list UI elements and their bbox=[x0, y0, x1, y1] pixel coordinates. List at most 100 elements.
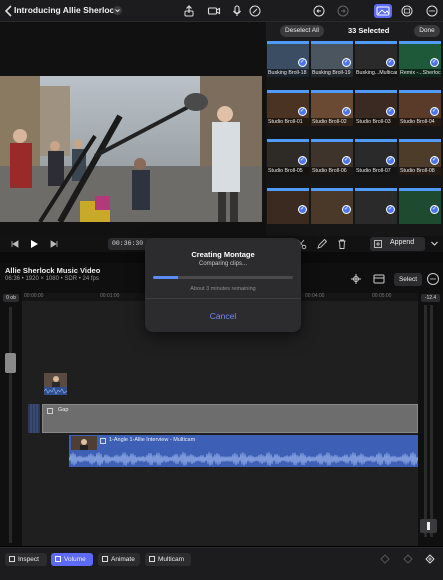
clip-checkmark-icon: ✓ bbox=[298, 107, 307, 116]
multicam-clip[interactable]: 1-Angle 1-Allie Interview - Multicam bbox=[69, 435, 418, 467]
browser-clip[interactable]: ✓ Studio Broll-05 bbox=[267, 139, 309, 175]
dialog-title: Creating Montage bbox=[191, 250, 255, 259]
browser-clip[interactable]: ✓ Studio Broll-02 bbox=[311, 90, 353, 126]
clip-label: Studio Broll-01 bbox=[267, 118, 309, 126]
bottom-toolbar: Inspect Volume Animate Multicam bbox=[0, 547, 443, 580]
clip-checkmark-icon: ✓ bbox=[386, 156, 395, 165]
clip-checkmark-icon: ✓ bbox=[342, 58, 351, 67]
view-options-icon[interactable] bbox=[372, 272, 386, 288]
deselect-all-button[interactable]: Deselect All bbox=[280, 25, 324, 37]
share-icon[interactable] bbox=[182, 4, 196, 18]
browser-clip[interactable]: ✓ Studio Broll-07 bbox=[355, 139, 397, 175]
clip-label: Busking Broll-19 bbox=[311, 69, 353, 77]
browser-clip[interactable]: ✓ Busking Broll-18 bbox=[267, 41, 309, 77]
timeline-meta: 06:36 • 1920 × 1080 • SDR • 24 fps bbox=[5, 276, 99, 282]
clip-label: Remix -...Sherlock bbox=[399, 69, 441, 77]
clip-checkmark-icon: ✓ bbox=[342, 205, 351, 214]
browser-clip[interactable]: ✓ bbox=[355, 188, 397, 224]
browser-clip[interactable]: ✓ Studio Broll-08 bbox=[399, 139, 441, 175]
append-label: Append bbox=[390, 239, 415, 246]
title-dropdown-icon[interactable] bbox=[113, 6, 122, 15]
inspect-icon bbox=[9, 556, 15, 562]
clip-selection-bar bbox=[267, 139, 309, 142]
volume-icon bbox=[55, 556, 61, 562]
clip-selection-bar bbox=[311, 188, 353, 191]
camera-icon[interactable] bbox=[207, 4, 221, 18]
project-title[interactable]: Introducing Allie Sherlock bbox=[14, 5, 119, 15]
photo-browser-icon[interactable] bbox=[374, 4, 392, 18]
browser-clip[interactable]: ✓ Busking Broll-19 bbox=[311, 41, 353, 77]
browser-clip[interactable]: ✓ Studio Broll-04 bbox=[399, 90, 441, 126]
right-meter-value: -12.4 bbox=[421, 294, 440, 302]
fader-grip bbox=[427, 522, 430, 530]
ruler-tick-label: 00:04:00 bbox=[305, 293, 325, 299]
right-fader-handle[interactable] bbox=[420, 519, 437, 533]
keyframe-next-icon[interactable] bbox=[425, 554, 435, 566]
media-browser-icon[interactable] bbox=[400, 4, 414, 18]
animate-icon bbox=[102, 556, 108, 562]
volume-meter-left: 0 ob bbox=[0, 293, 22, 546]
pencil-icon[interactable] bbox=[316, 238, 328, 252]
top-bar: Introducing Allie Sherlock bbox=[0, 0, 443, 22]
multicam-waveform bbox=[69, 452, 418, 466]
volume-button[interactable]: Volume bbox=[51, 553, 93, 566]
clip-selection-bar bbox=[311, 90, 353, 93]
more-icon[interactable] bbox=[425, 4, 439, 18]
clip-checkmark-icon: ✓ bbox=[342, 156, 351, 165]
dialog-subtitle: Comparing clips... bbox=[198, 261, 248, 267]
play-icon[interactable] bbox=[29, 239, 39, 251]
multicam-button[interactable]: Multicam bbox=[145, 553, 191, 566]
browser-header: Deselect All 33 Selected Done bbox=[266, 22, 443, 41]
keyframe-prev-icon[interactable] bbox=[380, 554, 390, 566]
volume-label: Volume bbox=[64, 556, 86, 563]
clip-selection-bar bbox=[355, 188, 397, 191]
viewer-video-frame[interactable] bbox=[0, 76, 262, 222]
connected-clip-thumbnail[interactable] bbox=[44, 373, 67, 387]
skip-back-icon[interactable] bbox=[10, 239, 20, 251]
browser-clip[interactable]: ✓ Studio Broll-01 bbox=[267, 90, 309, 126]
clip-checkmark-icon: ✓ bbox=[342, 107, 351, 116]
skip-forward-icon[interactable] bbox=[49, 239, 59, 251]
clip-label: Busking...Multicam bbox=[355, 69, 397, 77]
multicam-clip-label: 1-Angle 1-Allie Interview - Multicam bbox=[109, 437, 196, 443]
animate-label: Animate bbox=[111, 556, 135, 563]
undo-icon[interactable] bbox=[312, 4, 326, 18]
browser-clip[interactable]: ✓ bbox=[399, 188, 441, 224]
browser-clip[interactable]: ✓ bbox=[267, 188, 309, 224]
clip-label: Studio Broll-02 bbox=[311, 118, 353, 126]
done-button[interactable]: Done bbox=[414, 25, 440, 37]
timeline-more-icon[interactable] bbox=[426, 272, 440, 288]
keyframe-add-icon[interactable] bbox=[403, 554, 413, 566]
gap-clip[interactable]: Gap bbox=[42, 404, 418, 433]
pen-icon[interactable] bbox=[248, 4, 262, 18]
clip-checkmark-icon: ✓ bbox=[386, 107, 395, 116]
redo-icon[interactable] bbox=[336, 4, 350, 18]
append-menu-chevron-icon[interactable] bbox=[430, 239, 439, 250]
clip-selection-bar bbox=[267, 90, 309, 93]
browser-clip[interactable]: ✓ Remix -...Sherlock bbox=[399, 41, 441, 77]
clip-label: Studio Broll-04 bbox=[399, 118, 441, 126]
connected-clip-audio[interactable] bbox=[43, 387, 68, 395]
snapping-icon[interactable] bbox=[349, 272, 363, 288]
animate-button[interactable]: Animate bbox=[98, 553, 140, 566]
select-button[interactable]: Select bbox=[394, 273, 422, 286]
ruler-tick-label: 00:00:00 bbox=[24, 293, 44, 299]
right-meter-track-r bbox=[430, 305, 433, 537]
timeline-title: Allie Sherlock Music Video bbox=[5, 266, 101, 275]
clip-selection-bar bbox=[399, 90, 441, 93]
append-button[interactable]: Append bbox=[370, 237, 425, 251]
trash-icon[interactable] bbox=[336, 238, 348, 252]
browser-clip[interactable]: ✓ Studio Broll-06 bbox=[311, 139, 353, 175]
browser-clip[interactable]: ✓ bbox=[311, 188, 353, 224]
gap-label: Gap bbox=[58, 407, 69, 413]
browser-clip[interactable]: ✓ Studio Broll-03 bbox=[355, 90, 397, 126]
browser-clip[interactable]: ✓ Busking...Multicam bbox=[355, 41, 397, 77]
microphone-icon[interactable] bbox=[230, 4, 244, 18]
clip-selection-bar bbox=[355, 90, 397, 93]
clip-label: Studio Broll-08 bbox=[399, 167, 441, 175]
dialog-cancel-button[interactable]: Cancel bbox=[145, 311, 301, 321]
left-fader-handle[interactable] bbox=[5, 353, 16, 373]
inspect-button[interactable]: Inspect bbox=[5, 553, 47, 566]
clip-selection-bar bbox=[355, 139, 397, 142]
clip-edge[interactable] bbox=[28, 404, 40, 433]
